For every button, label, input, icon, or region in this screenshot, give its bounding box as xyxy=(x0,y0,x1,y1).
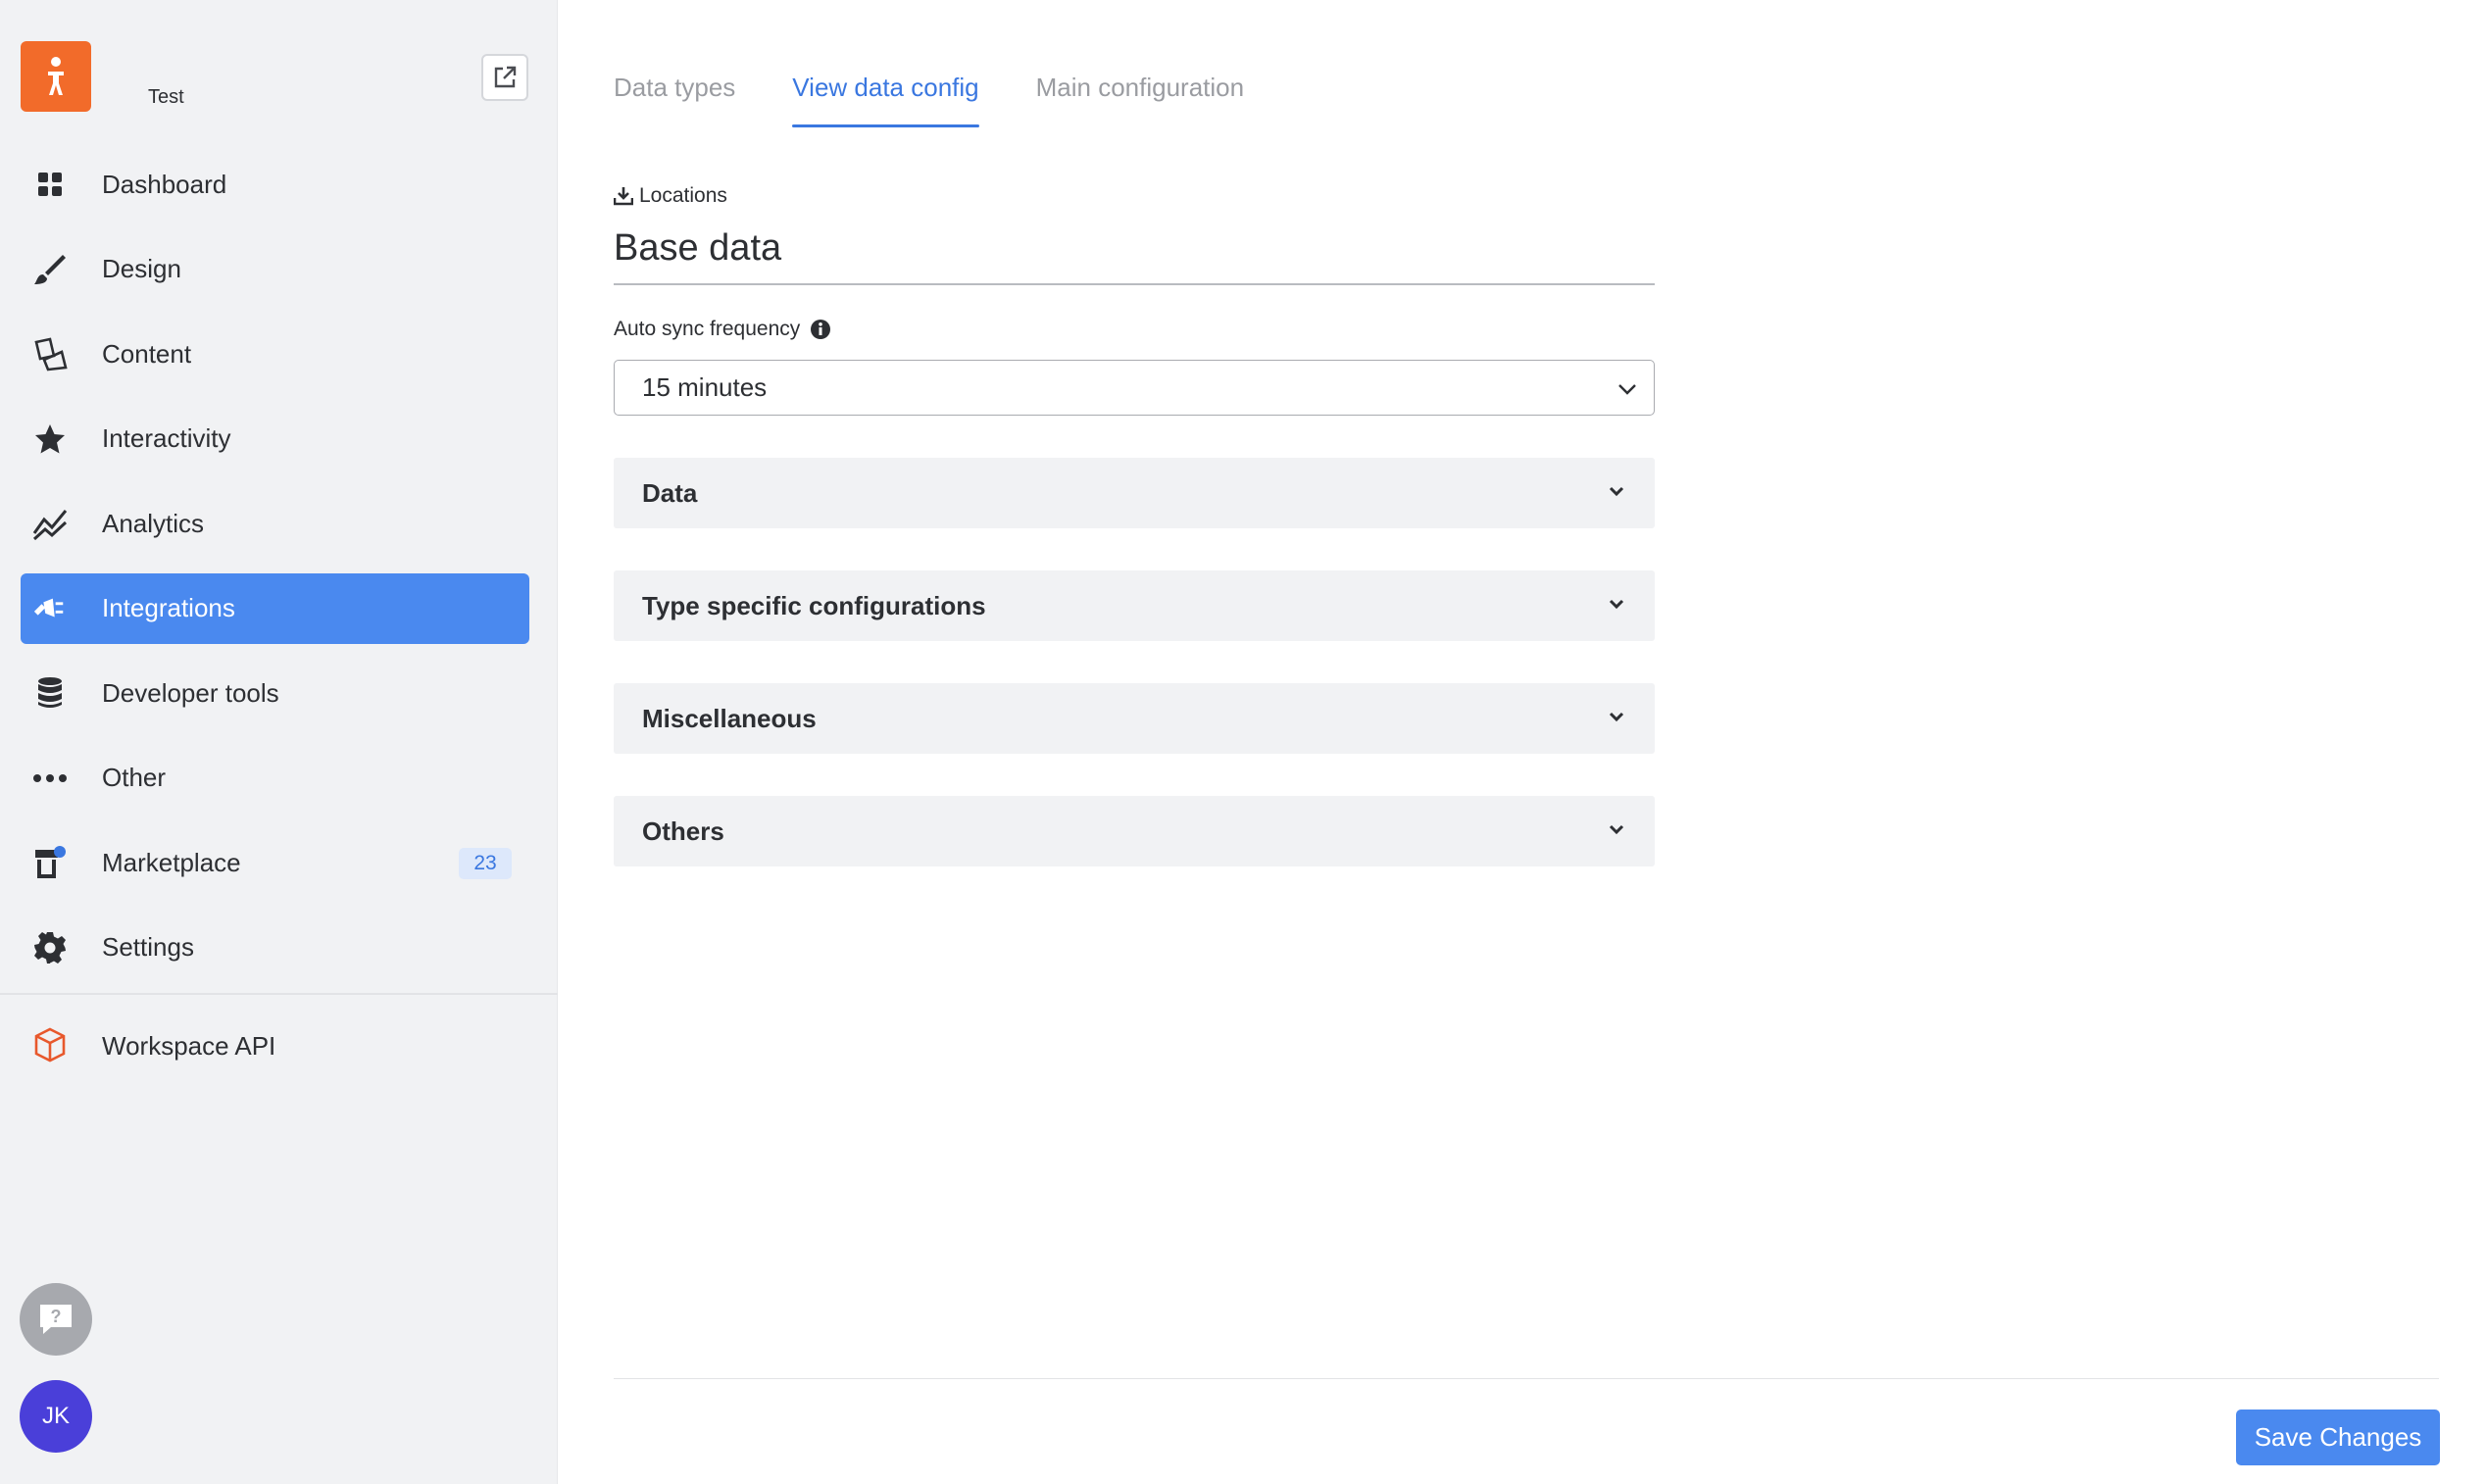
open-external-button[interactable] xyxy=(481,54,528,101)
locations-label-text: Locations xyxy=(639,184,727,207)
footer-divider xyxy=(614,1378,2439,1379)
grid-icon xyxy=(32,167,68,202)
tab-view-data-config[interactable]: View data config xyxy=(792,73,979,127)
auto-sync-label: Auto sync frequency xyxy=(614,318,831,341)
sidebar-item-interactivity[interactable]: Interactivity xyxy=(21,404,529,474)
section-title: Type specific configurations xyxy=(642,590,986,620)
sidebar-item-developer-tools[interactable]: Developer tools xyxy=(21,658,529,728)
user-avatar[interactable]: JK xyxy=(20,1380,92,1453)
tab-data-types[interactable]: Data types xyxy=(614,73,735,127)
help-chat-icon: ? xyxy=(40,1305,72,1334)
tab-bar: Data types View data config Main configu… xyxy=(614,73,1301,127)
chevron-down-icon xyxy=(1609,824,1624,835)
brush-icon xyxy=(32,252,68,287)
sidebar-item-label: Analytics xyxy=(102,508,205,538)
info-icon[interactable] xyxy=(810,319,831,340)
plug-icon xyxy=(32,591,68,626)
sidebar-item-content[interactable]: Content xyxy=(21,319,529,389)
content-icon xyxy=(32,336,68,371)
section-data[interactable]: Data xyxy=(614,458,1655,528)
title-divider xyxy=(614,283,1655,285)
sidebar-item-analytics[interactable]: Analytics xyxy=(21,488,529,559)
section-title: Data xyxy=(642,477,698,508)
svg-text:?: ? xyxy=(51,1307,62,1326)
chevron-down-icon xyxy=(1609,486,1624,497)
store-icon xyxy=(32,845,68,880)
sidebar-item-marketplace[interactable]: Marketplace 23 xyxy=(21,827,529,898)
sidebar-item-label: Marketplace xyxy=(102,847,241,877)
auto-sync-frequency-value: 15 minutes xyxy=(642,372,768,402)
chevron-down-icon xyxy=(1618,384,1636,395)
sidebar-item-label: Interactivity xyxy=(102,423,231,453)
sidebar-item-label: Dashboard xyxy=(102,169,227,199)
section-miscellaneous[interactable]: Miscellaneous xyxy=(614,683,1655,754)
sidebar-item-integrations[interactable]: Integrations xyxy=(21,572,529,644)
help-button[interactable]: ? xyxy=(20,1283,92,1356)
marketplace-count-badge: 23 xyxy=(459,848,512,879)
section-title: Miscellaneous xyxy=(642,703,817,733)
locations-label: Locations xyxy=(614,184,727,208)
external-link-icon xyxy=(494,66,517,88)
sidebar-divider xyxy=(0,993,558,995)
sidebar-item-design[interactable]: Design xyxy=(21,234,529,305)
sidebar-item-label: Other xyxy=(102,763,167,792)
sidebar-item-dashboard[interactable]: Dashboard xyxy=(21,149,529,220)
person-icon xyxy=(48,57,64,95)
sidebar-nav: Dashboard Design Content Interactivity A… xyxy=(21,149,529,997)
sidebar-item-settings[interactable]: Settings xyxy=(21,913,529,983)
sidebar-item-workspace-api[interactable]: Workspace API xyxy=(21,1010,529,1080)
sidebar-item-label: Settings xyxy=(102,932,194,962)
auto-sync-label-text: Auto sync frequency xyxy=(614,318,801,340)
chart-icon xyxy=(32,506,68,541)
save-changes-button[interactable]: Save Changes xyxy=(2236,1410,2440,1465)
section-others[interactable]: Others xyxy=(614,796,1655,866)
sidebar-item-label: Content xyxy=(102,338,192,369)
cube-icon xyxy=(32,1027,68,1063)
gear-icon xyxy=(32,930,68,965)
sidebar-item-label: Design xyxy=(102,254,181,283)
auto-sync-frequency-select[interactable]: 15 minutes xyxy=(614,360,1655,416)
sidebar-item-label: Developer tools xyxy=(102,677,279,708)
tab-main-configuration[interactable]: Main configuration xyxy=(1036,73,1244,127)
section-type-specific-configurations[interactable]: Type specific configurations xyxy=(614,570,1655,641)
section-title: Others xyxy=(642,816,724,846)
page-title: Base data xyxy=(614,227,782,269)
app-logo[interactable] xyxy=(21,41,91,112)
chevron-down-icon xyxy=(1609,712,1624,722)
download-icon xyxy=(614,187,633,206)
sidebar-item-label: Workspace API xyxy=(102,1031,276,1061)
more-icon xyxy=(32,761,68,796)
sidebar-item-other[interactable]: Other xyxy=(21,743,529,814)
star-icon xyxy=(32,421,68,457)
app-name: Test xyxy=(148,86,184,108)
sidebar-item-label: Integrations xyxy=(102,593,235,622)
chevron-down-icon xyxy=(1609,599,1624,610)
database-icon xyxy=(32,675,68,711)
sidebar: Test Dashboard Design Content Interactiv… xyxy=(0,0,558,1484)
